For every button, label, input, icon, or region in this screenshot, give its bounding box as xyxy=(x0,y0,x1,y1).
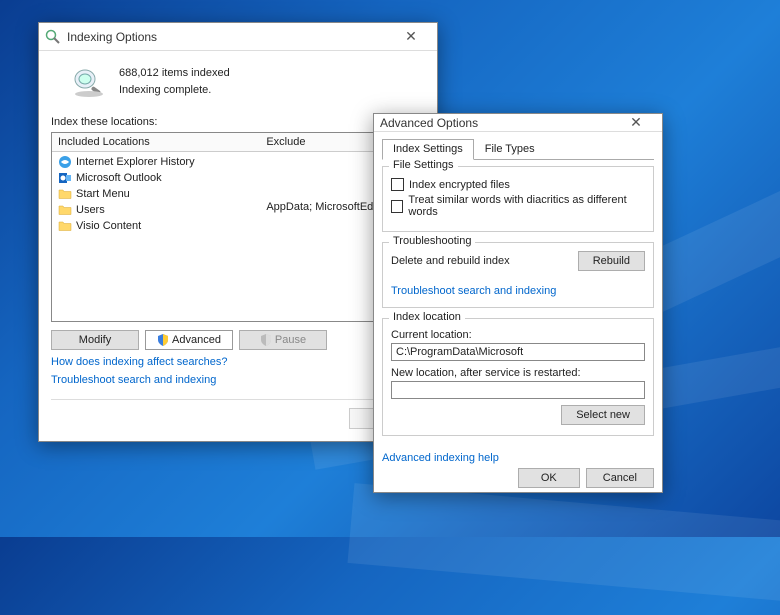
select-new-button[interactable]: Select new xyxy=(561,405,645,425)
indexing-title: Indexing Options xyxy=(67,30,391,44)
diacritics-checkbox[interactable] xyxy=(391,200,403,213)
pause-button[interactable]: Pause xyxy=(239,330,327,350)
indexing-status-label: Indexing complete. xyxy=(119,82,230,99)
file-settings-group: File Settings Index encrypted files Trea… xyxy=(382,166,654,232)
index-location-group: Index location Current location: C:\Prog… xyxy=(382,318,654,436)
locations-section-label: Index these locations: xyxy=(51,116,425,128)
outlook-icon xyxy=(58,171,72,185)
index-location-legend: Index location xyxy=(389,311,465,323)
new-location-label: New location, after service is restarted… xyxy=(391,367,645,379)
modify-button[interactable]: Modify xyxy=(51,330,139,350)
cancel-button[interactable]: Cancel xyxy=(586,468,654,488)
advanced-title: Advanced Options xyxy=(380,116,616,130)
advanced-options-window: Advanced Options ✕ Index Settings File T… xyxy=(373,113,663,493)
list-item-label: Microsoft Outlook xyxy=(76,172,162,184)
tab-index-settings[interactable]: Index Settings xyxy=(382,139,474,160)
close-icon[interactable]: ✕ xyxy=(391,28,431,45)
magnifier-icon xyxy=(71,66,107,98)
list-item[interactable]: Visio Content xyxy=(52,218,260,234)
advanced-help-link[interactable]: Advanced indexing help xyxy=(382,452,654,464)
list-item-label: Start Menu xyxy=(76,188,130,200)
indexing-titlebar[interactable]: Indexing Options ✕ xyxy=(39,23,437,51)
list-item-label: Users xyxy=(76,204,105,216)
affect-searches-link[interactable]: How does indexing affect searches? xyxy=(51,356,425,368)
list-item-label: Internet Explorer History xyxy=(76,156,195,168)
folder-icon xyxy=(58,219,72,233)
new-location-field[interactable] xyxy=(391,381,645,399)
diacritics-label: Treat similar words with diacritics as d… xyxy=(408,194,645,218)
list-item[interactable]: Internet Explorer History xyxy=(52,154,260,170)
delete-rebuild-label: Delete and rebuild index xyxy=(391,255,510,267)
items-indexed-label: 688,012 items indexed xyxy=(119,65,230,82)
tab-file-types[interactable]: File Types xyxy=(474,139,546,160)
ok-button[interactable]: OK xyxy=(518,468,580,488)
list-item[interactable]: Microsoft Outlook xyxy=(52,170,260,186)
advanced-button[interactable]: Advanced xyxy=(145,330,233,350)
status-row: 688,012 items indexed Indexing complete. xyxy=(71,65,425,98)
list-item[interactable]: Start Menu xyxy=(52,186,260,202)
file-settings-legend: File Settings xyxy=(389,159,458,171)
indexing-window-icon xyxy=(45,29,61,45)
troubleshooting-legend: Troubleshooting xyxy=(389,235,475,247)
shield-icon xyxy=(260,334,272,346)
included-column-header[interactable]: Included Locations xyxy=(52,133,260,152)
index-encrypted-checkbox[interactable] xyxy=(391,178,404,191)
index-encrypted-label: Index encrypted files xyxy=(409,179,510,191)
advanced-titlebar[interactable]: Advanced Options ✕ xyxy=(374,114,662,132)
shield-icon xyxy=(157,334,169,346)
folder-icon xyxy=(58,203,72,217)
troubleshoot-search-link[interactable]: Troubleshoot search and indexing xyxy=(391,285,645,297)
current-location-field[interactable]: C:\ProgramData\Microsoft xyxy=(391,343,645,361)
list-item-label: Visio Content xyxy=(76,220,141,232)
current-location-label: Current location: xyxy=(391,329,645,341)
troubleshooting-group: Troubleshooting Delete and rebuild index… xyxy=(382,242,654,308)
folder-icon xyxy=(58,187,72,201)
list-item[interactable]: Users xyxy=(52,202,260,218)
locations-listbox[interactable]: Included Locations Internet Explorer His… xyxy=(51,132,425,322)
troubleshoot-link[interactable]: Troubleshoot search and indexing xyxy=(51,374,425,386)
rebuild-button[interactable]: Rebuild xyxy=(578,251,645,271)
close-icon[interactable]: ✕ xyxy=(616,114,656,131)
ie-icon xyxy=(58,155,72,169)
tabs: Index Settings File Types xyxy=(382,138,654,160)
